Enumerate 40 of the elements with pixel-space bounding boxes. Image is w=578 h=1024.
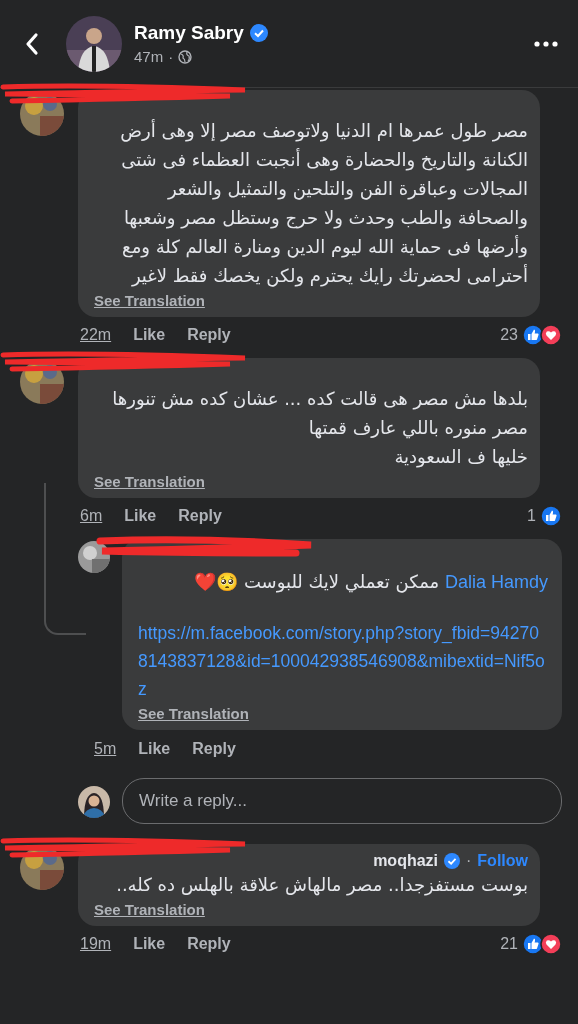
reply-input-field[interactable]: Write a reply... [122,778,562,824]
heart-reaction-icon [540,324,562,346]
like-link[interactable]: Like [133,935,166,953]
post-time: 47m [134,48,164,65]
globe-icon [178,49,193,64]
reply-time[interactable]: 5m [94,740,117,758]
reply-link[interactable]: Reply [187,935,231,953]
separator-dot: · [168,48,174,65]
like-link[interactable]: Like [124,507,157,525]
more-icon[interactable] [534,40,558,47]
reply-link[interactable]: Reply [192,740,236,758]
see-translation-link[interactable]: See Translation [138,705,249,722]
back-icon[interactable] [24,31,40,56]
like-link[interactable]: Like [133,326,166,344]
like-reaction-icon [522,324,544,346]
reaction-count: 21 [500,935,518,953]
commenter-name[interactable]: moqhazi [373,852,438,870]
comment-time[interactable]: 22m [80,326,112,344]
reply-link[interactable]: Reply [178,507,222,525]
reply-link[interactable]: Reply [187,326,231,344]
reaction-count: 23 [500,326,518,344]
see-translation-link[interactable]: See Translation [94,473,205,490]
like-reaction-icon [522,933,544,955]
comment-text: بلدها مش مصر هى قالت كده ... عشان كده مش تنورها [111,387,528,412]
like-reaction-icon [540,505,562,527]
heart-reaction-icon [540,933,562,955]
separator-dot: · [466,852,472,870]
comment-text: مصر منوره باللي عارف قمتها [307,416,528,441]
author-name[interactable]: Ramy Sabry [134,22,244,44]
comment-time[interactable]: 6m [80,507,103,525]
see-translation-link[interactable]: See Translation [94,292,205,309]
reaction-count: 1 [527,507,536,525]
comment-text: خليها ف السعودية [393,445,528,470]
mention-link[interactable]: Dalia Hamdy [444,572,548,592]
see-translation-link[interactable]: See Translation [94,901,205,918]
comment-text: بوست مستفزجدا.. مصر مالهاش علاقة بالهلس ده كله.. [115,873,528,898]
comment-text: مصر طول عمرها ام الدنيا ولاتوصف مصر إلا وهى أرض الكنانة والتاريخ والحضارة وهى أنجبت العظماء فى شتى المجالات وعباقرة الفن والتلحين والتمثيل والشعر والصحافة والطب وحدث ولا حرج وستظل مصر وشعبها وأرضها فى حماية الله ليوم الدين ومنارة العالم كلة ومع أحترامى لحضرتك رايك يحترم ولكن يخصك فقط لاغير [119,118,528,289]
like-link[interactable]: Like [138,740,171,758]
comment-time[interactable]: 19m [80,935,112,953]
url-link[interactable]: https://m.facebook.com/story.php?story_fbid=942708143837128&id=100042938546908&mibextid=Nif5oz [138,619,548,703]
